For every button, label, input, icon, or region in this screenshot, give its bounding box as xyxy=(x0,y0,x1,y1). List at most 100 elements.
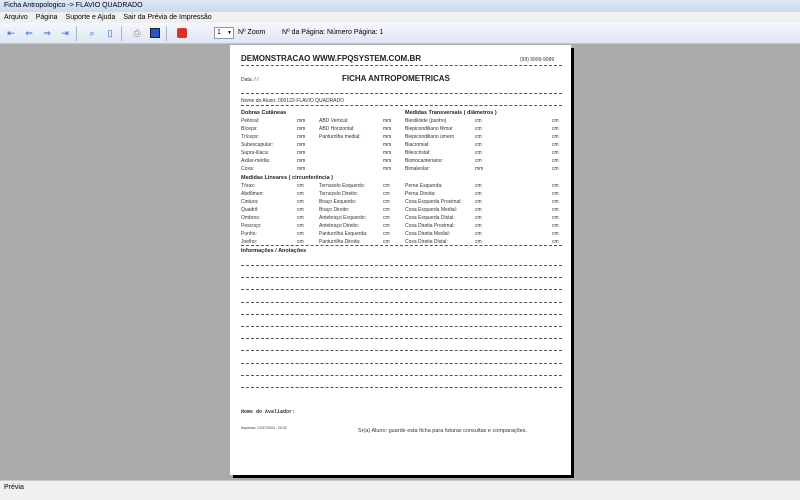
measure-label: Tríceps: xyxy=(241,134,259,140)
measure-unit: cm xyxy=(297,207,304,213)
zoom-label: Nº Zoom xyxy=(238,29,266,36)
measure-label: Bíceps: xyxy=(241,126,258,132)
printed-date: Impresso: 01/07/2024 - 20:32 xyxy=(241,426,287,430)
two-pages-icon[interactable]: ▯ xyxy=(103,26,117,40)
measure-unit: cm xyxy=(552,183,559,189)
measure-label: Antebraço Direito: xyxy=(319,223,360,229)
measure-unit: mm xyxy=(297,134,306,140)
measure-label: Tórax: xyxy=(241,183,256,189)
measure-label: Biacromial: xyxy=(405,142,430,148)
measure-unit: mm xyxy=(297,142,306,148)
measure-unit: cm xyxy=(383,191,390,197)
menu-item[interactable]: Arquivo xyxy=(4,12,28,23)
measure-label: Coxa Esquerda Distal: xyxy=(405,215,455,221)
measure-label: Subescapular: xyxy=(241,142,273,148)
measure-unit: cm xyxy=(552,223,559,229)
divider xyxy=(241,301,562,303)
measure-unit: cm xyxy=(552,207,559,213)
measure-label: Coxa Direita Medial: xyxy=(405,231,451,237)
measure-label: Cintura: xyxy=(241,199,259,205)
divider xyxy=(241,313,562,315)
measure-unit: cm xyxy=(552,215,559,221)
measure-unit: cm xyxy=(552,118,559,124)
measure-label: Peitoral: xyxy=(241,118,260,124)
measure-label: Pescoço: xyxy=(241,223,262,229)
measure-unit: mm xyxy=(297,118,306,124)
measure-unit: cm xyxy=(475,183,482,189)
next-page-icon[interactable]: ⇒ xyxy=(40,26,54,40)
measure-label: Tornozelo Esquerdo: xyxy=(319,183,365,189)
measure-label: Braço Direito: xyxy=(319,207,350,213)
measure-label: Bimaleolar: xyxy=(405,166,431,172)
report-page: DEMONSTRACAO WWW.FPQSYSTEM.COM.BR (99) 99… xyxy=(230,45,571,475)
close-icon[interactable] xyxy=(175,26,189,40)
measure-unit: cm xyxy=(475,158,482,164)
measure-label: Perna Esquerda: xyxy=(405,183,443,189)
measure-label: Antebraço Esquerdo: xyxy=(319,215,366,221)
last-page-icon[interactable]: ⇥ xyxy=(58,26,72,40)
measure-unit: cm xyxy=(552,231,559,237)
measure-unit: mm xyxy=(297,158,306,164)
page-number-label: Nº da Página: Número Página: 1 xyxy=(282,29,384,36)
measure-unit: cm xyxy=(297,215,304,221)
measure-label: Panturrilha medial: xyxy=(319,134,361,140)
measure-label: Bileocristal: xyxy=(405,150,431,156)
measure-unit: mm xyxy=(383,118,392,124)
divider xyxy=(241,350,562,352)
measure-label: Coxa: xyxy=(241,166,255,172)
measure-unit: cm xyxy=(475,215,482,221)
measure-unit: mm xyxy=(383,150,392,156)
measure-unit: cm xyxy=(297,223,304,229)
measure-label: Ombros: xyxy=(241,215,261,221)
measure-label: Coxa Esquerda Proximal: xyxy=(405,199,462,205)
measure-label: Panturrilha Esquerda: xyxy=(319,231,368,237)
measure-unit: cm xyxy=(552,191,559,197)
zoom-icon[interactable]: ⌕ xyxy=(85,26,99,40)
divider xyxy=(241,326,562,327)
menu-item[interactable]: Página xyxy=(36,12,58,23)
footer-message: Sr(a) Aluno: guarde esta ficha para futu… xyxy=(358,428,528,434)
measure-unit: cm xyxy=(475,134,482,140)
measure-unit: mm xyxy=(383,166,392,172)
student-name: Nome do Aluno: 000122-FLAVIO QUADRADO xyxy=(241,98,345,104)
measure-unit: cm xyxy=(475,207,482,213)
divider xyxy=(121,25,122,41)
first-page-icon[interactable]: ⇤ xyxy=(4,26,18,40)
measure-unit: cm xyxy=(383,183,390,189)
measure-unit: cm xyxy=(552,134,559,140)
menu-item[interactable]: Suporte e Ajuda xyxy=(66,12,116,23)
measure-unit: cm xyxy=(475,191,482,197)
date-label: Data: / / xyxy=(241,77,259,83)
prev-page-icon[interactable]: ⇐ xyxy=(22,26,36,40)
measure-label: Abdômen: xyxy=(241,191,264,197)
status-bar: Prévia xyxy=(0,480,800,500)
measure-unit: cm xyxy=(475,231,482,237)
divider xyxy=(241,65,562,66)
measure-label: Braço Esquerdo: xyxy=(319,199,357,205)
divider xyxy=(76,25,77,41)
measure-unit: mm xyxy=(383,126,392,132)
zoom-select[interactable]: 1 ▼ xyxy=(214,27,234,39)
measure-unit: mm xyxy=(475,166,484,172)
divider xyxy=(241,338,562,340)
measure-unit: cm xyxy=(475,142,482,148)
measure-label: Perna Direita: xyxy=(405,191,436,197)
measure-unit: cm xyxy=(383,223,390,229)
measure-unit: mm xyxy=(297,126,306,132)
zoom-value: 1 xyxy=(217,29,221,36)
measure-unit: cm xyxy=(475,199,482,205)
measure-label: Biepicondiliano fêmur xyxy=(405,126,453,132)
measure-label: Supra-ilíaca: xyxy=(241,150,270,156)
export-icon[interactable] xyxy=(148,26,162,40)
measure-unit: cm xyxy=(552,158,559,164)
measure-label: Axilar-média: xyxy=(241,158,271,164)
measure-unit: mm xyxy=(383,158,392,164)
measure-unit: cm xyxy=(475,118,482,124)
measure-label: ABD Horizontal: xyxy=(319,126,355,132)
measure-unit: mm xyxy=(297,166,306,172)
divider xyxy=(241,277,562,279)
chevron-down-icon: ▼ xyxy=(227,30,232,36)
print-icon[interactable]: ⎙ xyxy=(130,26,144,40)
measure-unit: cm xyxy=(552,126,559,132)
menu-item[interactable]: Sair da Prévia de Impressão xyxy=(123,12,211,23)
